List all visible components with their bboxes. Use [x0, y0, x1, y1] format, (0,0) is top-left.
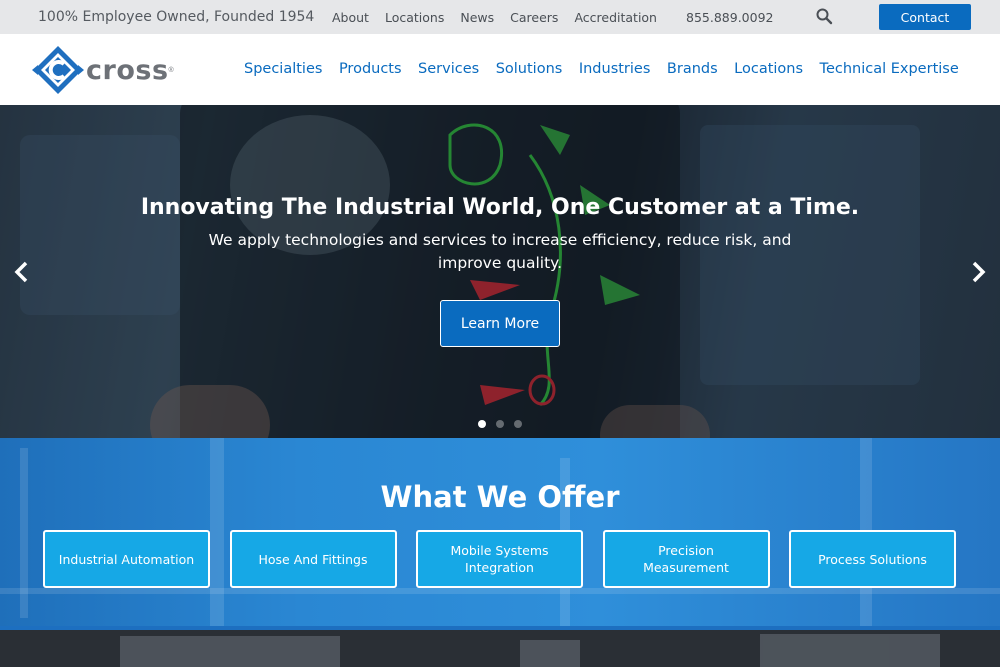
offer-cards: Industrial Automation Hose And Fittings … — [43, 530, 976, 588]
bottom-bg-shape — [120, 636, 340, 667]
phone-number[interactable]: 855.889.0092 — [686, 10, 773, 25]
offer-title: What We Offer — [380, 480, 620, 514]
learn-more-button[interactable]: Learn More — [440, 300, 560, 347]
next-section-image — [0, 626, 1000, 667]
search-icon[interactable] — [815, 7, 833, 25]
bottom-bg-shape — [760, 634, 940, 667]
logo-mark-icon — [32, 46, 84, 94]
contact-button[interactable]: Contact — [879, 4, 971, 30]
offer-bg-rail — [0, 588, 1000, 594]
util-link-locations[interactable]: Locations — [385, 10, 444, 25]
nav-industries[interactable]: Industries — [579, 61, 651, 77]
offer-card-hose-fittings[interactable]: Hose And Fittings — [229, 530, 397, 588]
utility-bar: 100% Employee Owned, Founded 1954 About … — [0, 0, 1000, 34]
carousel-indicators — [478, 420, 532, 428]
offer-card-precision-measurement[interactable]: Precision Measurement — [602, 530, 770, 588]
carousel-dot-3[interactable] — [514, 420, 522, 428]
nav-solutions[interactable]: Solutions — [496, 61, 563, 77]
company-tagline: 100% Employee Owned, Founded 1954 — [38, 9, 315, 25]
main-header: cross ® Specialties Products Services So… — [0, 34, 1000, 105]
carousel-dot-2[interactable] — [496, 420, 504, 428]
hero-subtitle: We apply technologies and services to in… — [208, 231, 792, 272]
util-link-careers[interactable]: Careers — [510, 10, 558, 25]
nav-technical-expertise[interactable]: Technical Expertise — [820, 61, 959, 77]
util-link-about[interactable]: About — [332, 10, 369, 25]
nav-specialties[interactable]: Specialties — [244, 61, 322, 77]
util-link-news[interactable]: News — [460, 10, 494, 25]
section-divider — [0, 626, 1000, 630]
hero-carousel: Innovating The Industrial World, One Cus… — [0, 105, 1000, 438]
carousel-dot-1[interactable] — [478, 420, 486, 428]
logo-registered-mark: ® — [168, 66, 174, 74]
nav-locations[interactable]: Locations — [734, 61, 803, 77]
hero-title: Innovating The Industrial World, One Cus… — [140, 195, 860, 220]
offer-section: What We Offer Industrial Automation Hose… — [0, 438, 1000, 626]
nav-brands[interactable]: Brands — [667, 61, 718, 77]
offer-card-mobile-systems[interactable]: Mobile Systems Integration — [416, 530, 583, 588]
util-link-accreditation[interactable]: Accreditation — [574, 10, 657, 25]
nav-services[interactable]: Services — [418, 61, 479, 77]
offer-card-industrial-automation[interactable]: Industrial Automation — [43, 530, 210, 588]
offer-card-process-solutions[interactable]: Process Solutions — [789, 530, 956, 588]
cross-logo[interactable]: cross ® — [32, 43, 182, 97]
logo-wordmark: cross — [86, 54, 169, 86]
chevron-left-icon[interactable] — [12, 260, 32, 284]
bottom-bg-shape — [520, 640, 580, 667]
chevron-right-icon[interactable] — [968, 260, 988, 284]
nav-products[interactable]: Products — [339, 61, 402, 77]
utility-nav: About Locations News Careers Accreditati… — [332, 10, 673, 25]
main-nav: Specialties Products Services Solutions … — [244, 61, 975, 77]
